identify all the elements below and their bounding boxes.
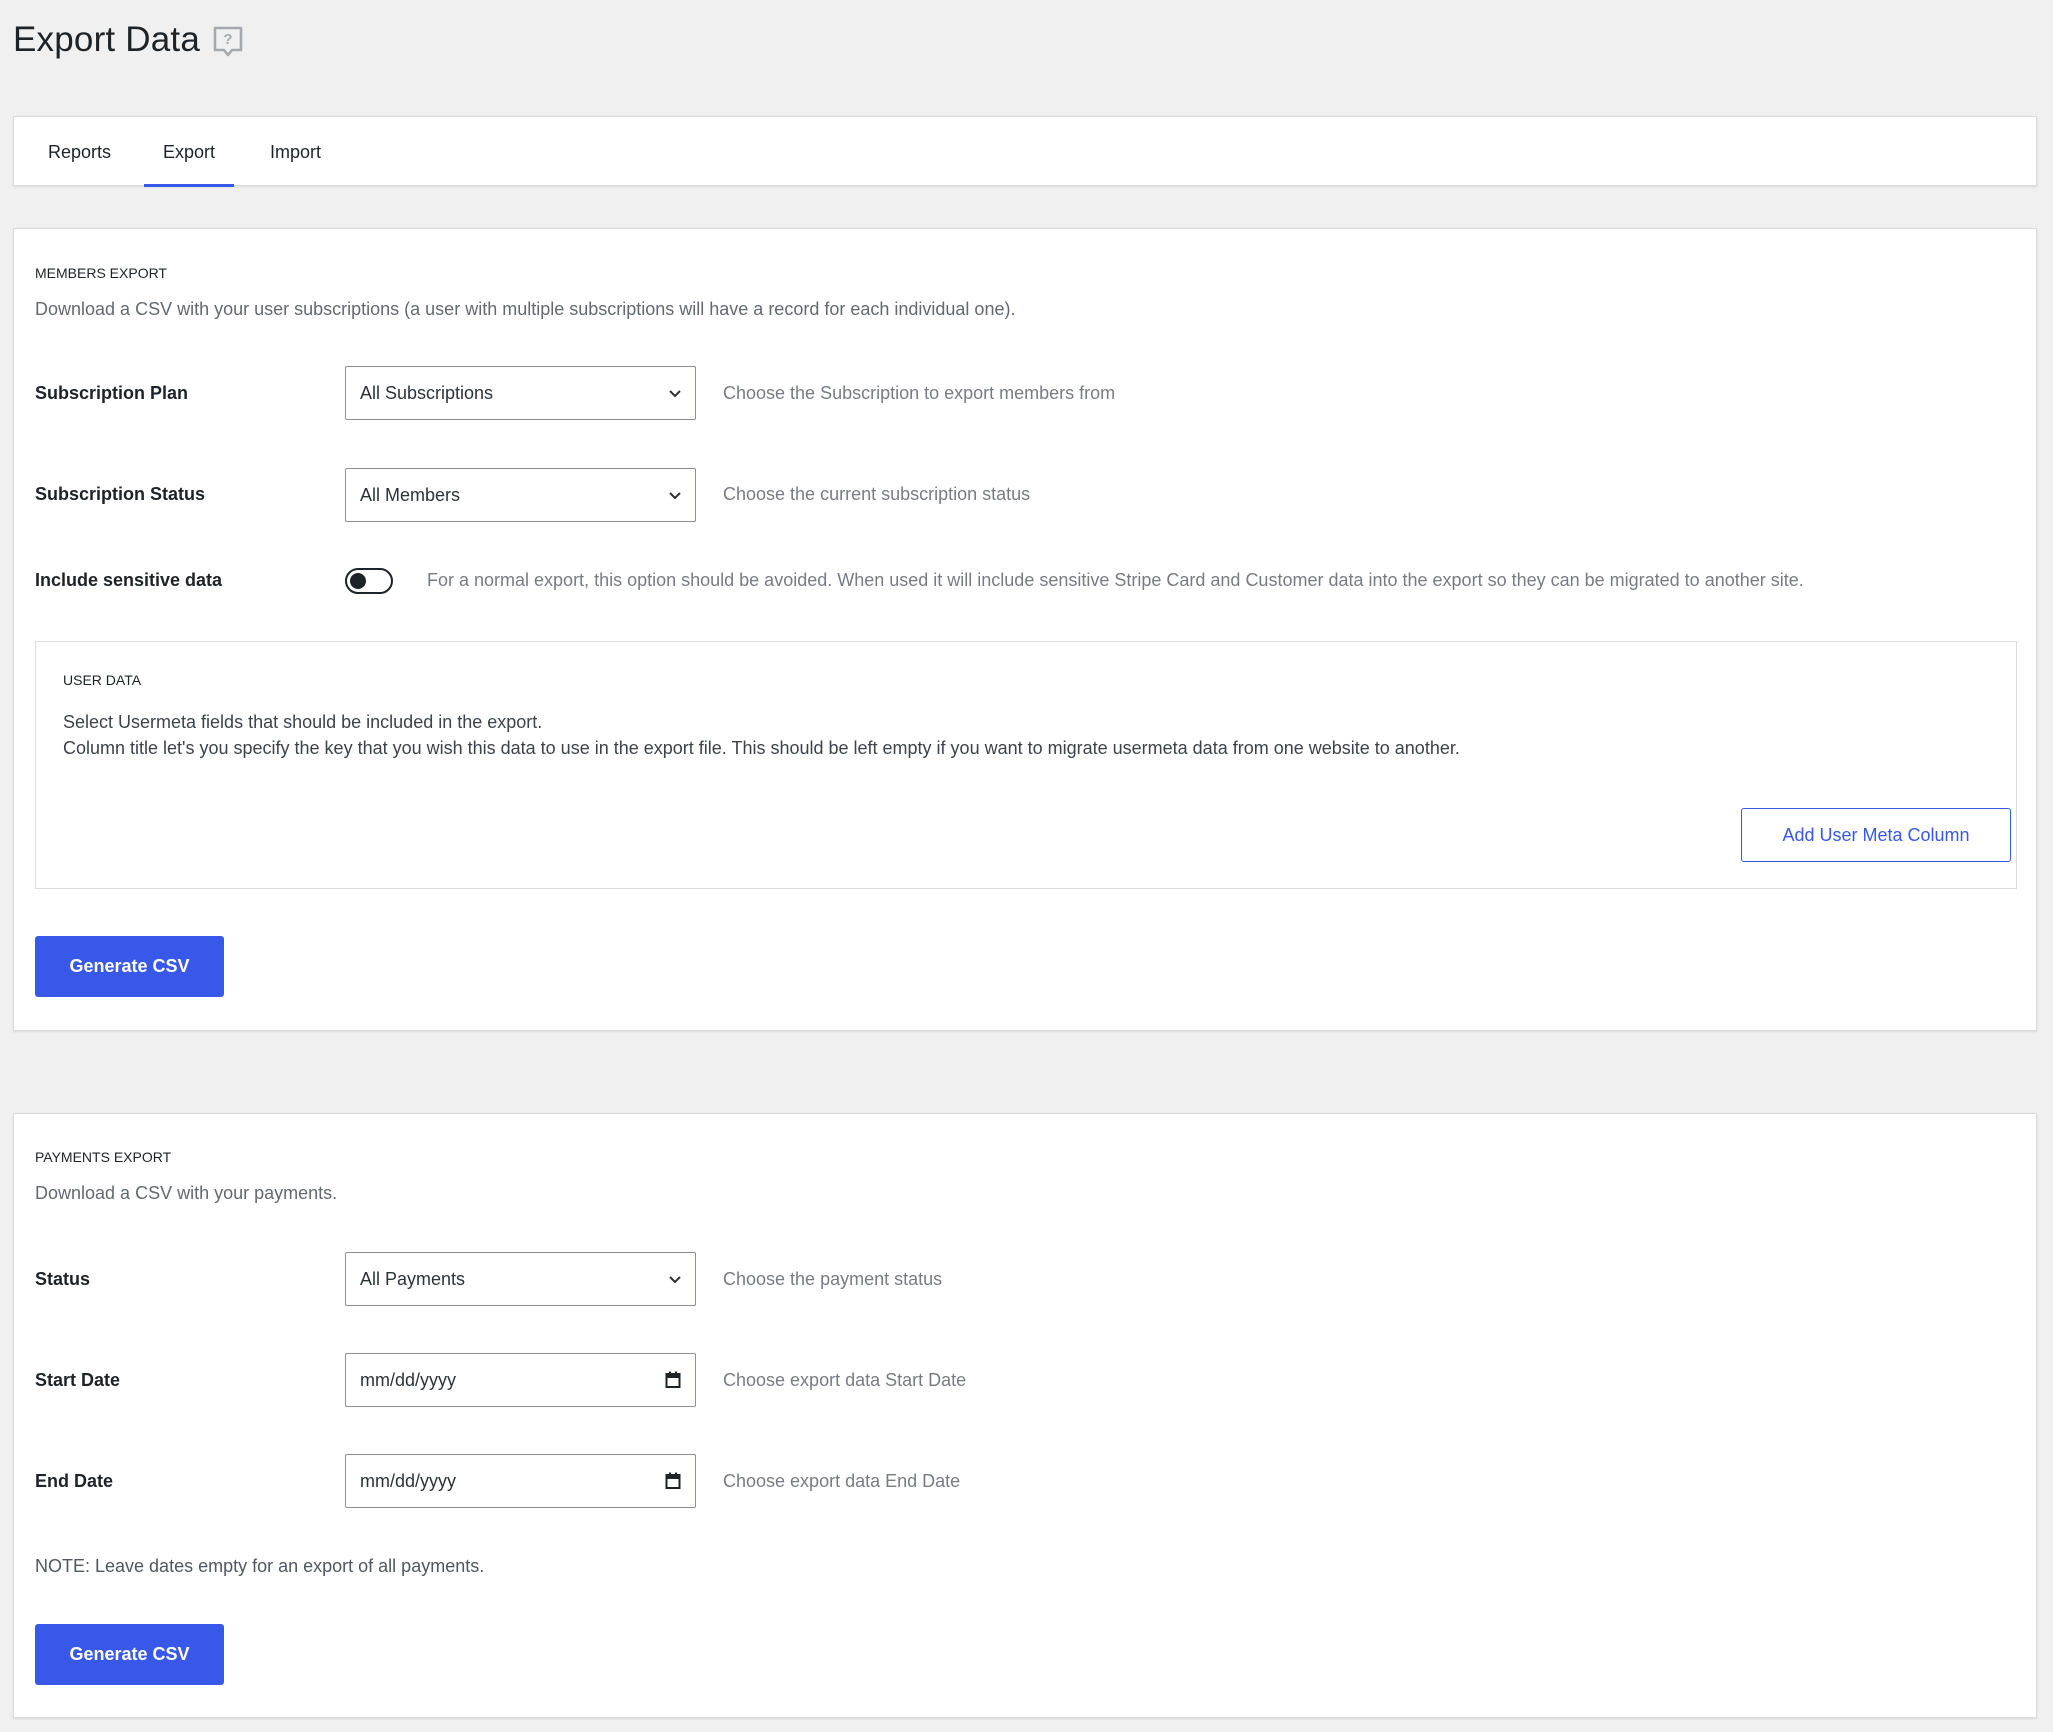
generate-payments-csv-button[interactable]: Generate CSV <box>35 1624 224 1685</box>
sensitive-data-toggle[interactable] <box>345 568 393 594</box>
tab-bar: Reports Export Import <box>13 116 2037 187</box>
members-export-card: MEMBERS EXPORT Download a CSV with your … <box>13 228 2037 1031</box>
toggle-knob <box>350 573 366 589</box>
generate-members-csv-button[interactable]: Generate CSV <box>35 936 224 997</box>
chevron-down-icon <box>669 390 681 398</box>
payment-status-select[interactable]: All Payments <box>345 1252 696 1306</box>
sensitive-data-label: Include sensitive data <box>35 570 223 590</box>
section-description: Download a CSV with your payments. <box>35 1183 338 1203</box>
end-date-label: End Date <box>35 1471 114 1491</box>
subscription-status-value: All Members <box>360 485 461 505</box>
chevron-down-icon <box>669 492 681 500</box>
payment-status-value: All Payments <box>360 1269 466 1289</box>
page-title: Export Data <box>13 20 201 59</box>
payments-note: NOTE: Leave dates empty for an export of… <box>35 1556 485 1576</box>
start-date-label: Start Date <box>35 1370 121 1390</box>
subscription-plan-value: All Subscriptions <box>360 383 494 403</box>
user-data-line2: Column title let's you specify the key t… <box>63 738 1460 758</box>
subscription-status-select[interactable]: All Members <box>345 468 696 522</box>
end-date-hint: Choose export data End Date <box>723 1471 961 1491</box>
chevron-down-icon <box>669 1276 681 1284</box>
subscription-plan-select[interactable]: All Subscriptions <box>345 366 696 420</box>
subscription-status-hint: Choose the current subscription status <box>723 484 1031 504</box>
calendar-icon[interactable] <box>665 1371 681 1389</box>
add-user-meta-column-button[interactable]: Add User Meta Column <box>1741 808 2011 862</box>
payment-status-hint: Choose the payment status <box>723 1269 943 1289</box>
payment-status-label: Status <box>35 1269 91 1289</box>
help-bubble-icon[interactable]: ? <box>211 25 245 59</box>
sensitive-data-hint: For a normal export, this option should … <box>427 570 1804 590</box>
user-data-line1: Select Usermeta fields that should be in… <box>63 712 543 732</box>
user-data-box: USER DATA Select Usermeta fields that sh… <box>35 641 2017 889</box>
subscription-plan-label: Subscription Plan <box>35 383 189 403</box>
subscription-plan-hint: Choose the Subscription to export member… <box>723 383 1116 403</box>
end-date-input[interactable]: mm/dd/yyyy <box>345 1454 696 1508</box>
user-data-heading: USER DATA <box>63 672 142 688</box>
calendar-icon[interactable] <box>665 1472 681 1490</box>
section-description: Download a CSV with your user subscripti… <box>35 299 1016 319</box>
subscription-status-label: Subscription Status <box>35 484 206 504</box>
section-heading: MEMBERS EXPORT <box>35 265 167 281</box>
tab-export[interactable]: Export <box>144 117 235 187</box>
end-date-placeholder: mm/dd/yyyy <box>360 1471 457 1491</box>
start-date-hint: Choose export data Start Date <box>723 1370 967 1390</box>
tab-reports[interactable]: Reports <box>48 117 111 187</box>
start-date-input[interactable]: mm/dd/yyyy <box>345 1353 696 1407</box>
tab-import[interactable]: Import <box>270 117 321 187</box>
section-heading: PAYMENTS EXPORT <box>35 1149 172 1165</box>
svg-text:?: ? <box>223 31 232 48</box>
start-date-placeholder: mm/dd/yyyy <box>360 1370 457 1390</box>
payments-export-card: PAYMENTS EXPORT Download a CSV with your… <box>13 1113 2037 1718</box>
